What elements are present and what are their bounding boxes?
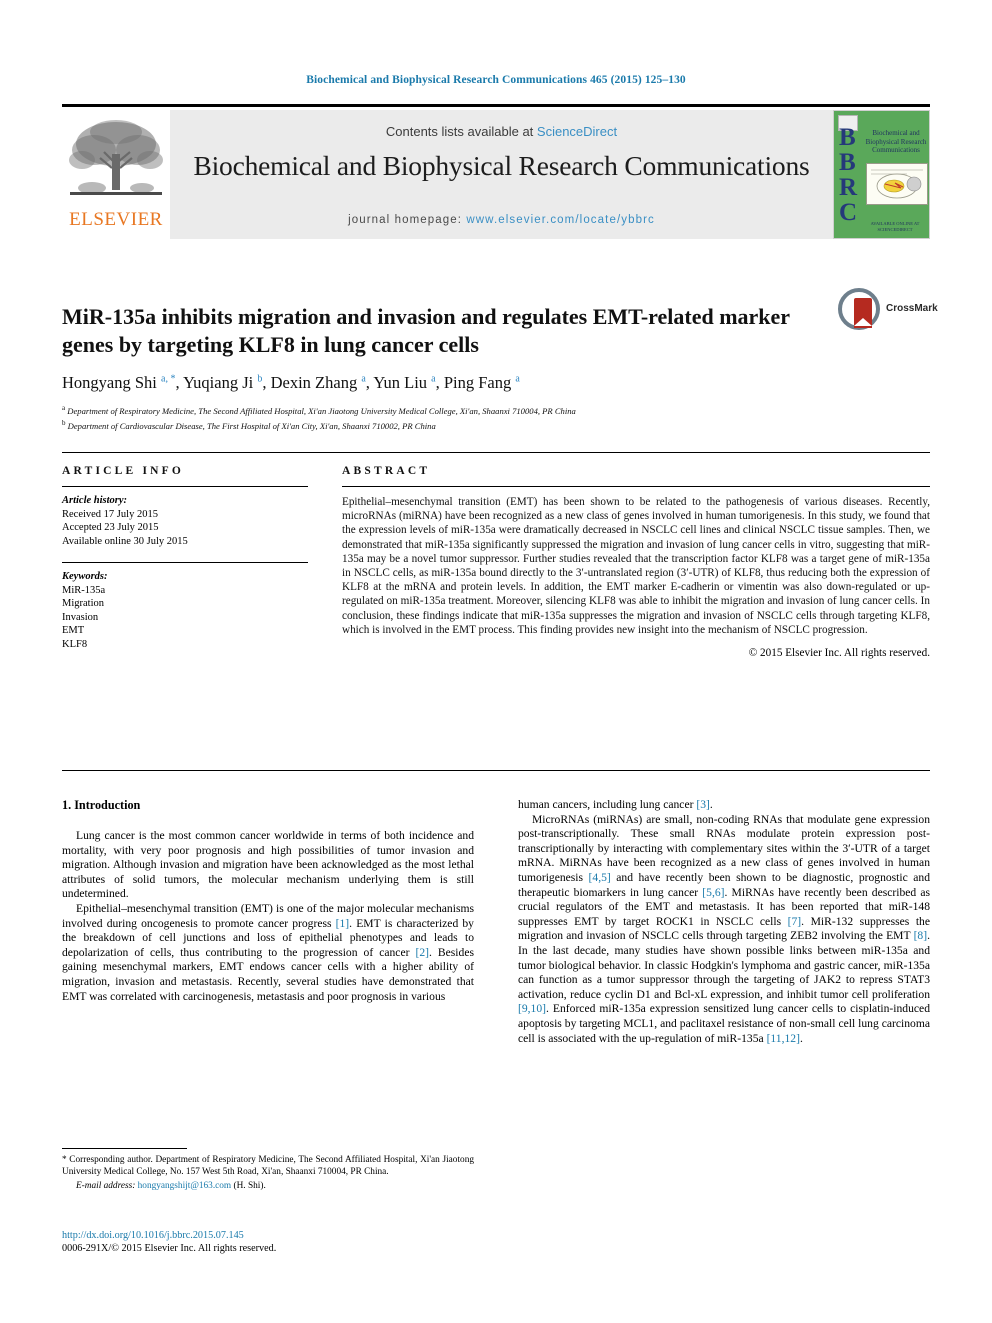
abstract-column: ABSTRACT Epithelial–mesenchymal transiti… (342, 465, 930, 659)
contents-available-line: Contents lists available at ScienceDirec… (170, 124, 833, 139)
keyword-item: KLF8 (62, 638, 88, 650)
crossmark-circle-icon (838, 288, 880, 330)
citation-ref[interactable]: [9,10] (518, 1002, 546, 1015)
article-history-title: Article history: (62, 495, 128, 506)
keywords-block: Keywords: MiR-135a Migration Invasion EM… (62, 563, 308, 651)
intro-paragraph-2: Epithelial–mesenchymal transition (EMT) … (62, 902, 474, 1004)
body-column-gutter (474, 798, 518, 1046)
info-abstract-region: ARTICLE INFO Article history: Received 1… (62, 452, 930, 659)
homepage-prefix: journal homepage: (348, 214, 467, 226)
journal-homepage-line: journal homepage: www.elsevier.com/locat… (170, 214, 833, 226)
email-note: E-mail address: hongyangshijt@163.com (H… (62, 1180, 474, 1192)
abstract-text: Epithelial–mesenchymal transition (EMT) … (342, 496, 930, 636)
intro-paragraph-3: MicroRNAs (miRNAs) are small, non-coding… (518, 813, 930, 1047)
intro-paragraph-1: Lung cancer is the most common cancer wo… (62, 829, 474, 901)
affiliation-a-text: Department of Respiratory Medicine, The … (67, 406, 576, 417)
email-suffix: (H. Shi). (231, 1181, 266, 1191)
citation-ref[interactable]: [11,12] (767, 1032, 800, 1045)
masthead-center: Contents lists available at ScienceDirec… (170, 110, 833, 239)
footnote-block: * Corresponding author. Department of Re… (62, 1148, 474, 1192)
journal-masthead: ELSEVIER Contents lists available at Sci… (62, 104, 930, 239)
page-title: MiR-135a inhibits migration and invasion… (62, 303, 790, 357)
article-accepted: Accepted 23 July 2015 (62, 522, 159, 533)
citation-ref[interactable]: [2] (415, 946, 429, 959)
article-info-column: ARTICLE INFO Article history: Received 1… (62, 465, 308, 659)
intro-p2-text-3-continued: human cancers, including lung cancer (518, 798, 697, 811)
cover-figure-icon (866, 163, 928, 205)
abstract-copyright: © 2015 Elsevier Inc. All rights reserved… (748, 647, 930, 660)
keyword-item: MiR-135a (62, 584, 106, 596)
running-head: Biochemical and Biophysical Research Com… (306, 74, 686, 86)
affiliation-b-text: Department of Cardiovascular Disease, Th… (67, 420, 436, 431)
elsevier-logo: ELSEVIER (62, 110, 170, 239)
column-gutter (308, 465, 342, 659)
citation-ref[interactable]: [3] (696, 798, 710, 811)
article-info-heading: ARTICLE INFO (62, 465, 185, 477)
author-list: Hongyang Shi a, *, Yuqiang Ji b, Dexin Z… (62, 373, 520, 393)
affiliation-a: a Department of Respiratory Medicine, Th… (62, 404, 576, 417)
contents-prefix: Contents lists available at (385, 124, 537, 139)
citation-ref[interactable]: [7] (788, 915, 802, 928)
cover-footer-text: AVAILABLE ONLINE AT SCIENCEDIRECT (870, 221, 920, 232)
corresponding-author-note: * Corresponding author. Department of Re… (62, 1155, 474, 1177)
citation-ref[interactable]: [4,5] (589, 871, 611, 884)
affiliation-list: a Department of Respiratory Medicine, Th… (62, 403, 930, 432)
title-block: CrossMark MiR-135a inhibits migration an… (62, 288, 938, 432)
email-link[interactable]: hongyangshijt@163.com (138, 1181, 232, 1191)
abstract-heading: ABSTRACT (342, 465, 431, 477)
email-label: E-mail address: (76, 1181, 138, 1191)
journal-title: Biochemical and Biophysical Research Com… (193, 150, 810, 181)
crossmark-badge[interactable]: CrossMark (838, 288, 938, 332)
crossmark-notch-icon (854, 318, 872, 326)
citation-ref[interactable]: [1] (336, 917, 350, 930)
issn-copyright-line: 0006-291X/© 2015 Elsevier Inc. All right… (62, 1243, 277, 1254)
sciencedirect-link[interactable]: ScienceDirect (537, 124, 617, 139)
body-right-column: human cancers, including lung cancer [3]… (518, 798, 930, 1046)
citation-ref[interactable]: [8] (914, 929, 928, 942)
intro-p2-text-4: . (709, 798, 713, 811)
homepage-url-link[interactable]: www.elsevier.com/locate/ybbrc (466, 214, 655, 226)
elsevier-tree-icon (69, 120, 163, 195)
keyword-item: Invasion (62, 611, 99, 623)
journal-article-page: Biochemical and Biophysical Research Com… (0, 0, 992, 1323)
body-columns: 1. Introduction Lung cancer is the most … (62, 798, 930, 1046)
citation-ref[interactable]: [5,6] (702, 886, 724, 899)
article-available-online: Available online 30 July 2015 (62, 535, 188, 547)
cover-acronym: BBRC (839, 124, 858, 226)
keyword-item: EMT (62, 625, 85, 636)
body-left-column: 1. Introduction Lung cancer is the most … (62, 798, 474, 1046)
footnote-rule (62, 1148, 187, 1149)
intro-p3-text-6: . Enforced miR-135a expression sensitize… (518, 1002, 930, 1045)
abstract-bottom-rule (62, 770, 930, 771)
page-footer: http://dx.doi.org/10.1016/j.bbrc.2015.07… (62, 1229, 474, 1255)
crossmark-label: CrossMark (886, 303, 938, 314)
doi-link[interactable]: http://dx.doi.org/10.1016/j.bbrc.2015.07… (62, 1229, 474, 1242)
article-history-block: Article history: Received 17 July 2015 A… (62, 487, 308, 548)
affiliation-b: b Department of Cardiovascular Disease, … (62, 418, 436, 431)
intro-paragraph-2-continued: human cancers, including lung cancer [3]… (518, 798, 930, 813)
introduction-heading: 1. Introduction (62, 798, 141, 812)
intro-p3-text-7: . (799, 1031, 803, 1045)
cover-journal-title: Biochemical and Biophysical Research Com… (865, 129, 927, 154)
article-received: Received 17 July 2015 (62, 508, 158, 520)
keyword-item: Migration (62, 598, 104, 609)
elsevier-wordmark: ELSEVIER (69, 209, 163, 230)
journal-cover-thumbnail[interactable]: BBRC Biochemical and Biophysical Researc… (833, 110, 930, 239)
keywords-title: Keywords: (62, 571, 108, 582)
